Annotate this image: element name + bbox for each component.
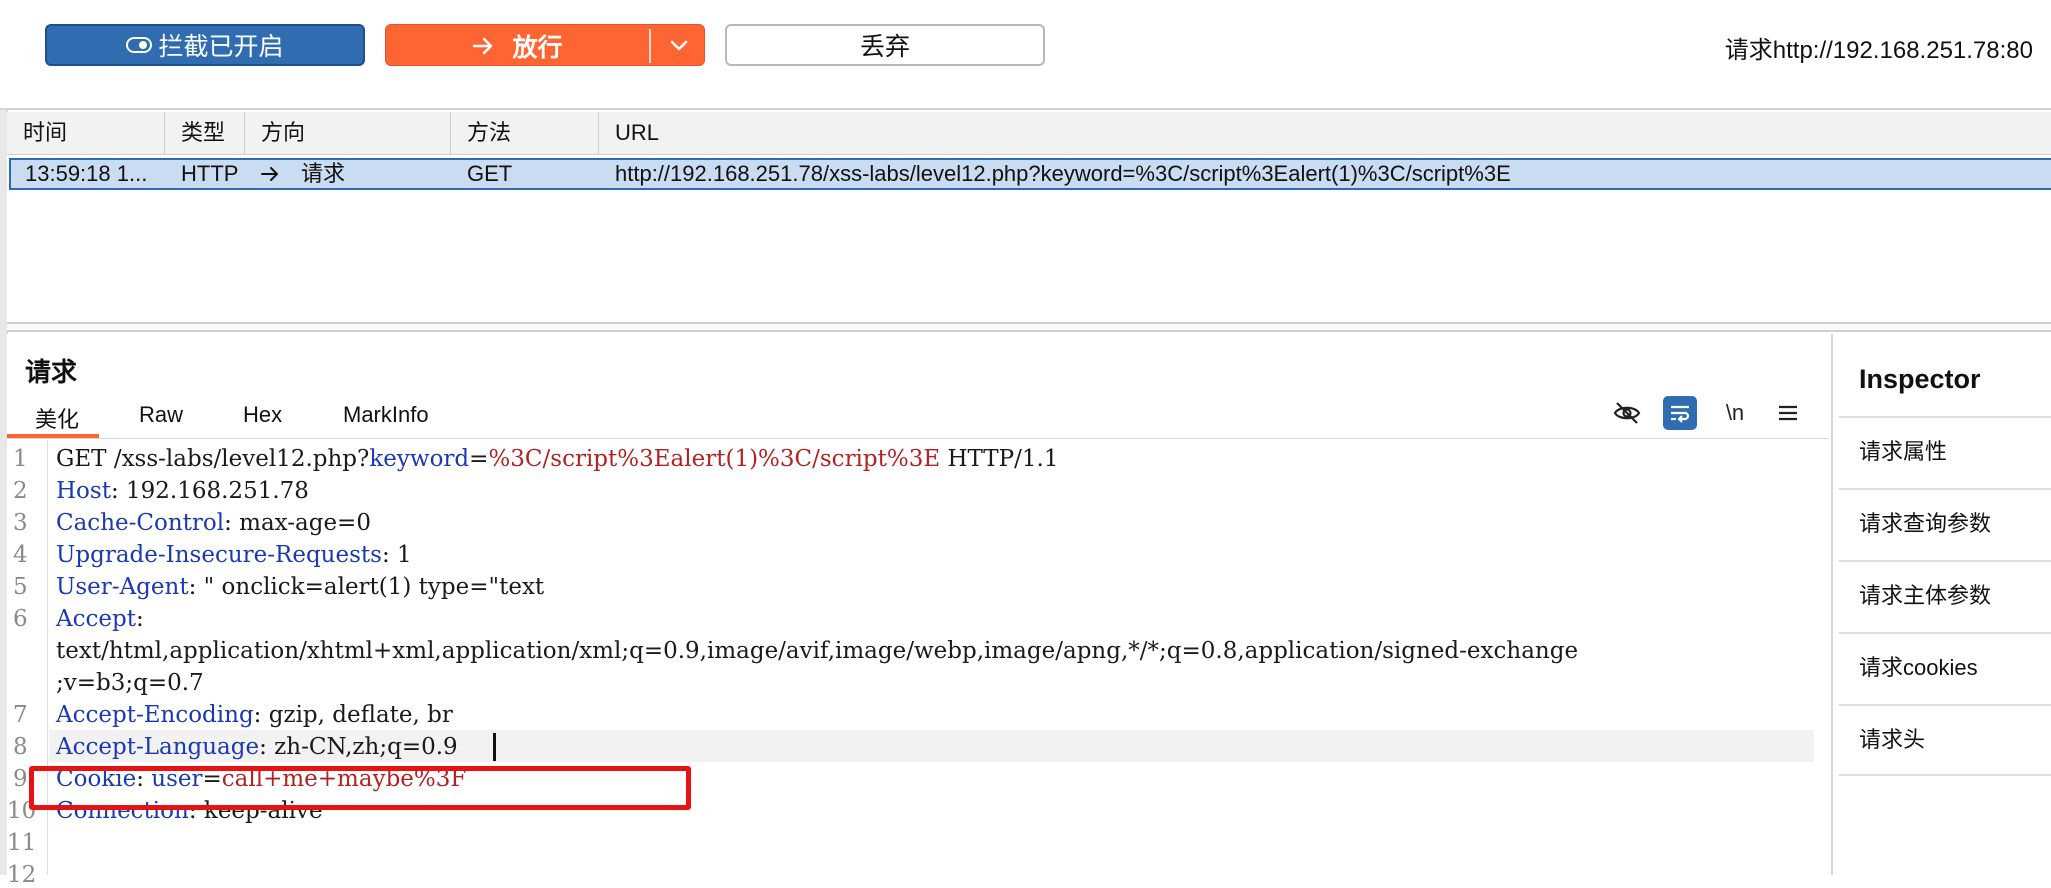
text-caret: [493, 733, 496, 761]
chevron-down-icon: [670, 40, 687, 51]
line-number: 3: [13, 510, 28, 536]
table-row[interactable]: 13:59:18 1... HTTP 请求 GET http://192.168…: [9, 158, 2051, 190]
tabs-divider: [7, 438, 1829, 439]
column-header-method[interactable]: 方法: [451, 112, 599, 154]
direction-label: 请求: [301, 161, 346, 186]
cell-method: GET: [467, 161, 513, 186]
header-name: Upgrade-Insecure-Requests: [56, 542, 382, 568]
code-line-user-agent[interactable]: User-Agent: " onclick=alert(1) type="tex…: [56, 574, 544, 600]
code-line-upgrade-insecure[interactable]: Upgrade-Insecure-Requests: 1: [56, 542, 412, 568]
header-name: User-Agent: [56, 574, 189, 600]
forward-label: 放行: [512, 34, 563, 62]
cell-type: HTTP: [181, 161, 239, 186]
code-line-request[interactable]: GET /xss-labs/level12.php?keyword=%3C/sc…: [56, 446, 1058, 472]
line-number: 12: [7, 862, 37, 888]
table-header: 时间 类型 方向 方法 URL: [7, 112, 2051, 155]
line-number: 9: [13, 766, 28, 792]
forward-button[interactable]: 放行: [385, 24, 705, 66]
header-value: :: [135, 606, 144, 632]
header-name: Accept: [56, 606, 136, 632]
wrap-icon[interactable]: [1663, 396, 1697, 430]
request-host-label: 请求http://192.168.251.78:80: [1724, 37, 2033, 64]
code-line-accept-cont[interactable]: ;v=b3;q=0.7: [56, 670, 204, 696]
tab-raw[interactable]: Raw: [139, 402, 183, 428]
query-param-value: %3C/script%3Ealert(1)%3C/script%3E: [488, 446, 941, 472]
arrow-right-icon: [261, 167, 278, 181]
panel-title: 请求: [25, 357, 78, 387]
cell-url: http://192.168.251.78/xss-labs/level12.p…: [615, 161, 1511, 186]
code-line-accept-cont[interactable]: text/html,application/xhtml+xml,applicat…: [56, 638, 1578, 664]
line-number: 5: [13, 574, 28, 600]
line-number: 7: [13, 702, 28, 728]
drop-button[interactable]: 丢弃: [725, 24, 1045, 66]
column-header-type[interactable]: 类型: [165, 112, 245, 154]
code-line-accept-language[interactable]: Accept-Language: zh-CN,zh;q=0.9: [56, 734, 458, 760]
line-number: 4: [13, 542, 28, 568]
cell-time: 13:59:18 1...: [25, 161, 148, 186]
column-header-direction[interactable]: 方向: [245, 112, 451, 154]
intercept-label: 拦截已开启: [158, 33, 284, 61]
equals-sign: =: [469, 446, 489, 472]
annotation-highlight-box: [29, 766, 691, 810]
line-number: 8: [13, 734, 28, 760]
line-number: 2: [13, 478, 28, 504]
header-name: Host: [56, 478, 111, 504]
header-value: : gzip, deflate, br: [253, 702, 453, 728]
intercept-toggle-button[interactable]: 拦截已开启: [45, 24, 365, 66]
toggle-icon: [126, 37, 153, 53]
header-value: : " onclick=alert(1) type="text: [188, 574, 545, 600]
menu-icon[interactable]: [1771, 396, 1805, 430]
tab-markinfo[interactable]: MarkInfo: [343, 402, 429, 428]
forward-main[interactable]: 放行: [386, 25, 649, 67]
line-number: 11: [7, 830, 37, 856]
inspector-panel: Inspector 请求属性 请求查询参数 请求主体参数 请求cookies 请…: [1831, 334, 2051, 875]
header-value: : max-age=0: [224, 510, 371, 536]
column-header-time[interactable]: 时间: [7, 112, 165, 154]
column-header-url[interactable]: URL: [599, 112, 2051, 154]
newline-icon[interactable]: \n: [1718, 396, 1752, 430]
inspector-item-request-attributes[interactable]: 请求属性: [1839, 416, 2051, 488]
line-number: 1: [13, 446, 28, 472]
query-param-name: keyword: [369, 446, 470, 472]
code-line-host[interactable]: Host: 192.168.251.78: [56, 478, 309, 504]
hide-icon[interactable]: [1610, 396, 1644, 430]
http-version: HTTP/1.1: [940, 446, 1059, 472]
cell-direction: 请求: [247, 160, 345, 188]
header-name: Accept-Encoding: [56, 702, 254, 728]
line-number: 6: [13, 606, 28, 632]
inspector-item-body-params[interactable]: 请求主体参数: [1839, 560, 2051, 632]
tab-hex[interactable]: Hex: [243, 402, 282, 428]
arrow-right-icon: [473, 37, 493, 55]
forward-dropdown[interactable]: [651, 25, 706, 67]
code-line-accept-encoding[interactable]: Accept-Encoding: gzip, deflate, br: [56, 702, 453, 728]
header-value: : zh-CN,zh;q=0.9: [259, 734, 458, 760]
intercept-toolbar: 拦截已开启 放行 丢弃 请求http://192.168.251.78:80: [0, 0, 2051, 110]
tab-pretty[interactable]: 美化: [35, 402, 79, 434]
drop-label: 丢弃: [859, 33, 910, 61]
header-name: Cache-Control: [56, 510, 225, 536]
pane-splitter[interactable]: [7, 322, 2051, 332]
inspector-item-headers[interactable]: 请求头: [1839, 704, 2051, 776]
inspector-item-query-params[interactable]: 请求查询参数: [1839, 488, 2051, 560]
header-value: : 192.168.251.78: [110, 478, 309, 504]
request-editor-panel: 请求 美化 Raw Hex MarkInfo \n 1 2 3 4 5 6 7: [7, 334, 1829, 888]
intercept-table: 时间 类型 方向 方法 URL 13:59:18 1... HTTP 请求 GE…: [7, 112, 2051, 322]
code-line-accept[interactable]: Accept:: [56, 606, 144, 632]
code-line-cache-control[interactable]: Cache-Control: max-age=0: [56, 510, 371, 536]
inspector-item-cookies[interactable]: 请求cookies: [1839, 632, 2051, 704]
inspector-title: Inspector: [1859, 364, 1981, 394]
header-value: : 1: [381, 542, 412, 568]
header-name: Accept-Language: [56, 734, 260, 760]
request-line-method: GET /xss-labs/level12.php?: [56, 446, 370, 472]
